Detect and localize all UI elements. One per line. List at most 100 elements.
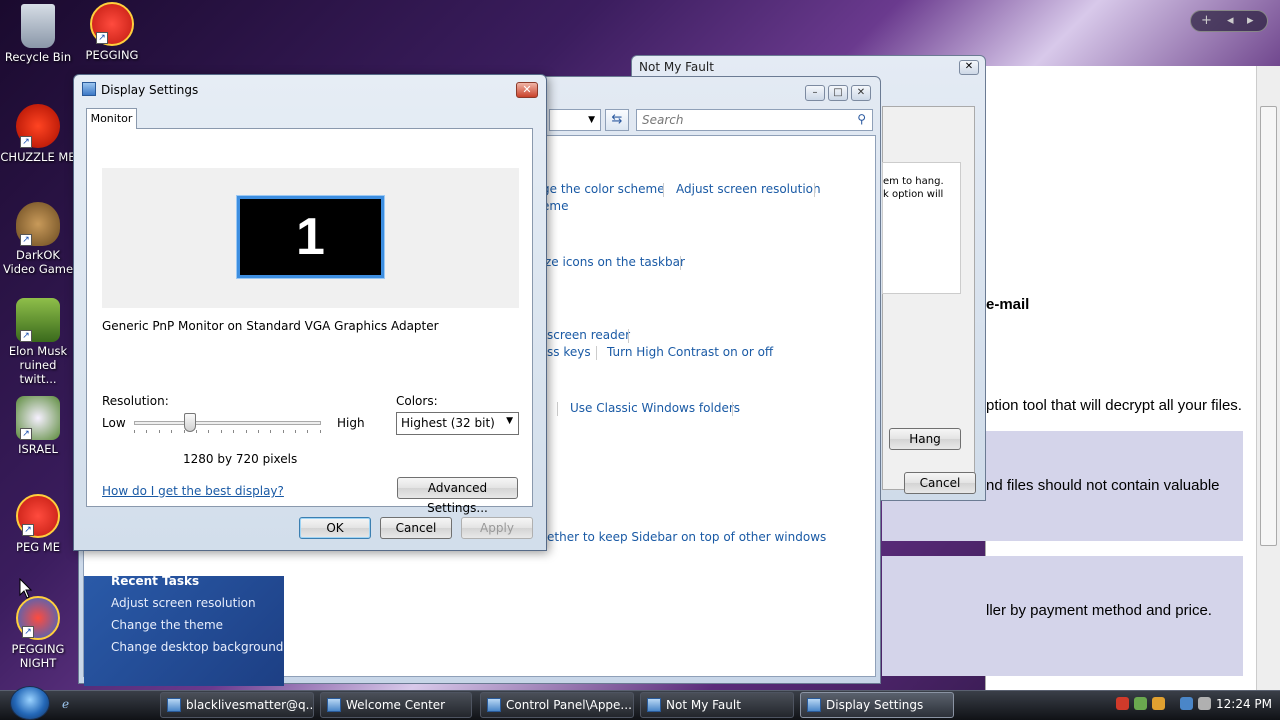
search-placeholder: Search [642,113,684,127]
desktop-icon-chuzzle[interactable]: ↗ CHUZZLE ME [0,104,76,164]
high-label: High [337,416,365,430]
close-button[interactable]: ✕ [516,82,538,98]
link-separator [628,329,629,343]
refresh-button[interactable]: ⇆ [605,109,629,131]
window-controls: – □ ✕ [805,85,871,101]
volume-muted-icon[interactable] [1198,697,1211,710]
ie-quicklaunch-icon[interactable]: ℯ [62,697,76,711]
desktop-icon-label: ISRAEL [18,442,58,456]
clock[interactable]: 12:24 PM [1216,697,1272,711]
search-icon[interactable]: ⚲ [857,112,866,126]
security-alert-icon[interactable] [1116,697,1129,710]
display-icon [807,698,821,712]
classic-folders-link[interactable]: Use Classic Windows folders [570,401,740,415]
recent-tasks-heading: Recent Tasks [111,574,200,588]
high-contrast-link[interactable]: Turn High Contrast on or off [607,345,773,359]
taskbar-button-label: Not My Fault [666,698,741,712]
tab-monitor[interactable]: Monitor [86,108,137,129]
close-button[interactable]: ✕ [851,85,871,101]
start-button[interactable] [10,686,50,720]
taskbar-button-welcome-center[interactable]: Welcome Center [320,692,472,718]
resolution-slider-thumb[interactable] [184,413,197,432]
colors-dropdown[interactable]: Highest (32 bit) ▼ [396,412,519,435]
display-settings-dialog[interactable]: Display Settings ✕ 1 Generic PnP Monitor… [73,74,547,551]
desktop-icon-israel[interactable]: ↗ ISRAEL [0,396,76,456]
taskbar-button-control-panel[interactable]: Control Panel\Appe... [480,692,634,718]
desktop-icon-darkok[interactable]: ↗ DarkOK Video Game [0,202,76,276]
next-icon[interactable]: ▸ [1247,13,1254,28]
monitor-tab-panel: 1 Generic PnP Monitor on Standard VGA Gr… [86,128,533,515]
maximize-button[interactable]: □ [828,85,848,101]
address-dropdown[interactable]: ▼ [549,109,601,131]
recent-task-link[interactable]: Change the theme [111,618,223,632]
window-title: Not My Fault [639,60,714,74]
windows-flag-icon[interactable] [1134,697,1147,710]
taskbar-button-label: Display Settings [826,698,924,712]
adjust-screen-resolution-link[interactable]: Adjust screen resolution [676,182,821,196]
resolution-value: 1280 by 720 pixels [183,452,298,466]
monitor-preview-area: 1 [102,168,519,308]
recent-task-link[interactable]: Adjust screen resolution [111,596,256,610]
desktop-icon-peg-me[interactable]: ↗ PEG ME [0,494,76,554]
search-input[interactable]: Search ⚲ [636,109,873,131]
scrollbar-thumb[interactable] [1260,106,1277,546]
desktop-icon-pegging[interactable]: ↗ PEGGING [74,2,150,62]
monitor-1-preview[interactable]: 1 [236,195,385,279]
colors-label: Colors: [396,394,438,408]
taskbar-button-label: Control Panel\Appe... [506,698,632,712]
desktop-icon-label: CHUZZLE ME [0,150,76,164]
advanced-settings-button[interactable]: Advanced Settings... [397,477,518,515]
sidebar-controls[interactable]: + ◂ ▸ [1190,10,1268,32]
cancel-button[interactable]: Cancel [904,472,976,494]
chuzzle-icon: ↗ [16,104,60,148]
link-separator [557,402,558,416]
minimize-button[interactable]: – [805,85,825,101]
resolution-slider-track[interactable] [134,421,321,425]
page-text: ller by payment method and price. [986,602,1212,619]
keys-link[interactable]: ss keys [547,345,591,359]
desktop-icon-label: Recycle Bin [4,50,72,64]
sidebar-on-top-link[interactable]: ether to keep Sidebar on top of other wi… [547,530,826,544]
display-settings-icon [82,82,96,96]
link-separator [680,256,681,270]
shortcut-arrow-icon: ↗ [96,32,108,44]
previous-icon[interactable]: ◂ [1227,13,1234,28]
desktop-icon-label: PEGGING NIGHT [11,642,65,670]
network-icon[interactable] [1180,697,1193,710]
resolution-label: Resolution: [102,394,169,408]
search-tray-icon[interactable] [1152,697,1165,710]
description-text: k option will [883,189,944,200]
shortcut-arrow-icon: ↗ [22,524,34,536]
taskbar-icons-link[interactable]: ze icons on the taskbar [545,255,685,269]
shortcut-arrow-icon: ↗ [20,136,32,148]
close-button[interactable]: ✕ [959,60,979,75]
cancel-button[interactable]: Cancel [380,517,452,539]
apply-button[interactable]: Apply [461,517,533,539]
add-gadget-icon[interactable]: + [1201,13,1212,28]
desktop-icon-pegging-night[interactable]: ↗ PEGGING NIGHT [0,596,76,670]
link-separator [732,402,733,416]
desktop-icon-recycle-bin[interactable]: Recycle Bin [0,4,76,64]
taskbar-button-display-settings[interactable]: Display Settings [800,692,954,718]
low-label: Low [102,416,126,430]
shortcut-arrow-icon: ↗ [20,330,32,342]
colors-selected-value: Highest (32 bit) [401,416,495,430]
taskbar-button-not-my-fault[interactable]: Not My Fault [640,692,794,718]
resolution-slider-ticks [134,430,321,434]
change-color-scheme-link[interactable]: ge the color scheme [542,182,665,196]
taskbar-button-email[interactable]: blacklivesmatter@q... [160,692,314,718]
desktop-icon-label: PEGGING [85,48,139,62]
help-link[interactable]: How do I get the best display? [102,484,284,498]
hang-button[interactable]: Hang [889,428,961,450]
box-game-icon: ↗ [16,298,60,342]
pegging-app-icon: ↗ [90,2,134,46]
shortcut-arrow-icon: ↗ [20,428,32,440]
vertical-scrollbar[interactable] [1256,66,1280,691]
screen-reader-link[interactable]: screen reader [547,328,630,342]
desktop-icon-elon-musk[interactable]: ↗ Elon Musk ruined twitt... [0,298,76,386]
ok-button[interactable]: OK [299,517,371,539]
recent-task-link[interactable]: Change desktop background [111,640,283,654]
control-panel-icon [487,698,501,712]
desktop-icon-label: Elon Musk ruined twitt... [8,344,68,386]
dialog-title: Display Settings [101,83,199,97]
